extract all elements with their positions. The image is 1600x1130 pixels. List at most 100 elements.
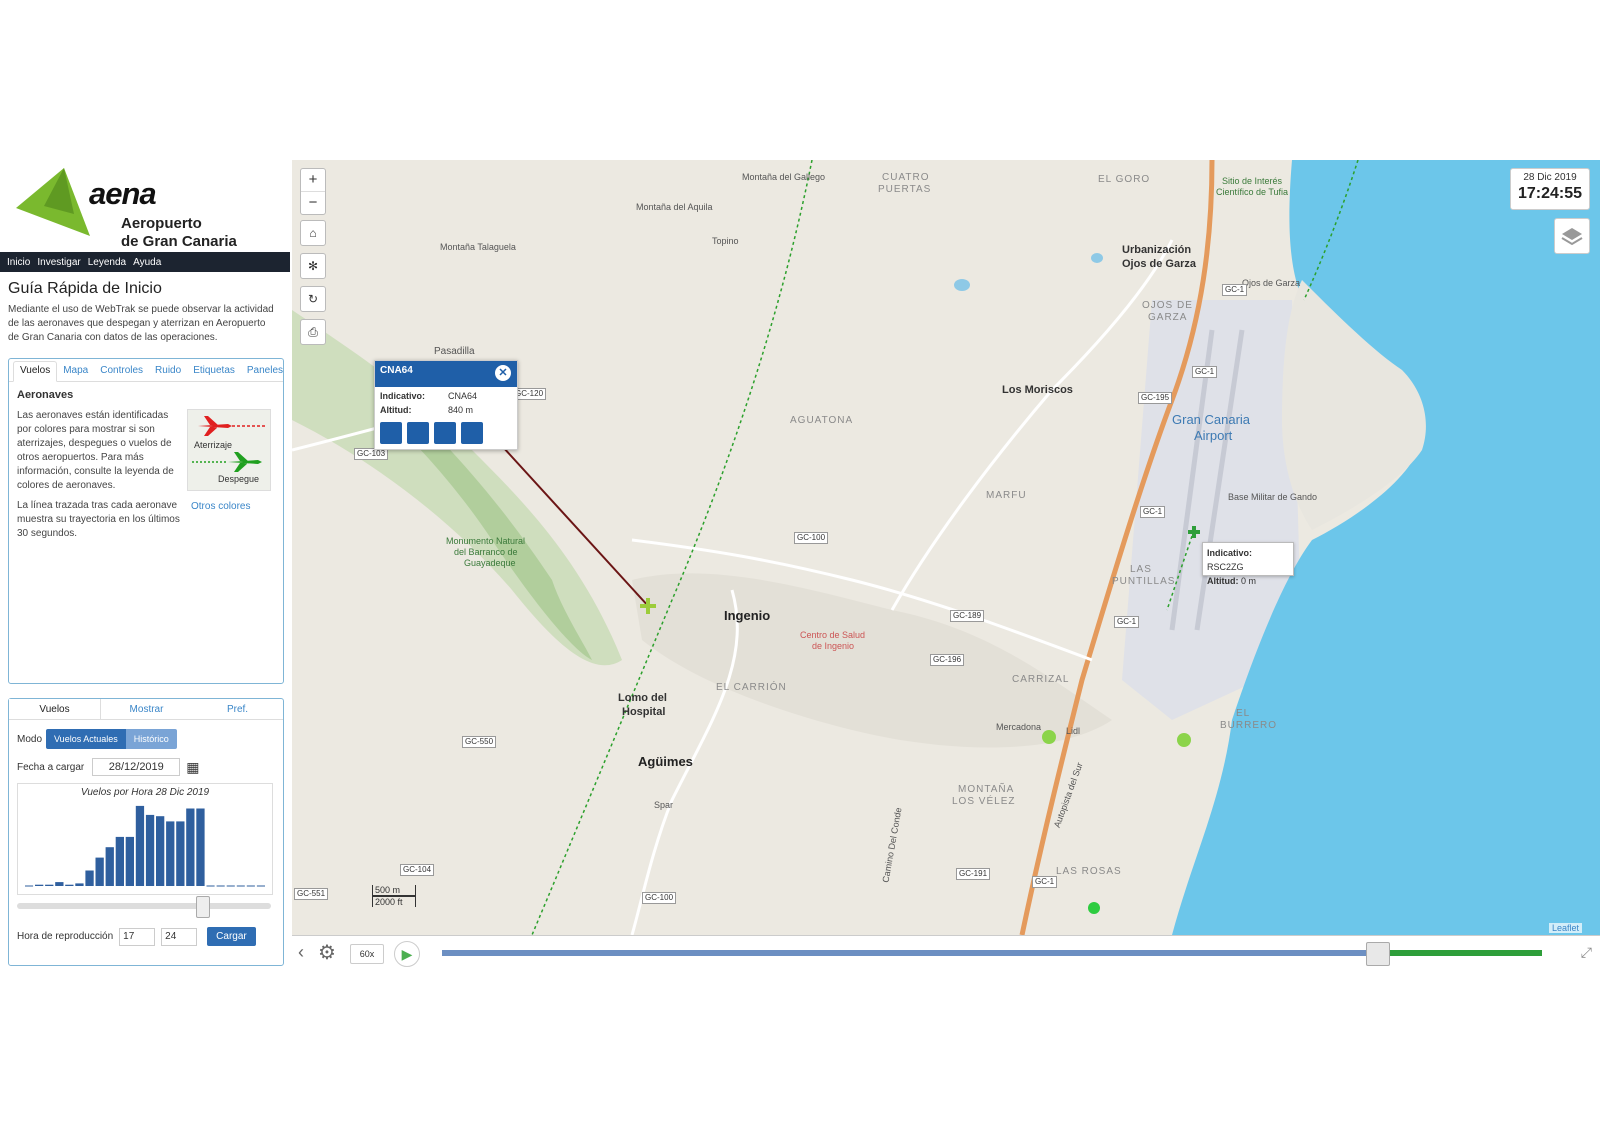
label-sitio-1: Sitio de Interés <box>1222 176 1283 186</box>
tab-mapa[interactable]: Mapa <box>57 362 94 381</box>
chevron-left-icon[interactable]: ‹ <box>298 942 304 963</box>
aena-logo: aena Aeropuerto de Gran Canaria <box>0 160 290 252</box>
refresh-button[interactable]: ↻ <box>300 286 326 312</box>
label-lidl: Lidl <box>1066 726 1081 736</box>
bar-hour-5 <box>75 883 84 886</box>
fecha-label: Fecha a cargar <box>17 761 85 773</box>
label-elgoro: EL GORO <box>1098 174 1151 185</box>
play-button[interactable]: ▶ <box>394 941 420 967</box>
clock-display: 28 Dic 2019 17:24:55 <box>1510 168 1590 210</box>
road-shield: GC-551 <box>294 888 329 900</box>
tab-mostrar[interactable]: Mostrar <box>101 699 192 719</box>
label-aguatona: AGUATONA <box>790 415 854 426</box>
brand-name: aena <box>89 176 157 211</box>
hora-hour-input[interactable] <box>119 927 156 946</box>
tab-pref[interactable]: Pref. <box>192 699 283 719</box>
label-ojosg: Ojos de Garza <box>1242 278 1301 288</box>
print-icon: ⎙ <box>308 325 318 339</box>
label-gallego: Montaña del Gallego <box>742 172 826 182</box>
landing-plane-icon <box>198 416 232 436</box>
expand-icon[interactable]: ⤢ <box>1581 944 1592 961</box>
tab-controls-vuelos[interactable]: Vuelos <box>9 699 101 719</box>
timeline-remaining <box>1377 950 1542 956</box>
gear-icon[interactable]: ⚙ <box>318 940 336 965</box>
bar-hour-13 <box>156 816 165 886</box>
tab-vuelos[interactable]: Vuelos <box>13 361 58 382</box>
map-view[interactable]: + − ⌂ ✻ ↻ ⎙ 28 Dic 2019 17:24:55 Ingenio… <box>292 160 1600 935</box>
bar-hour-3 <box>55 882 64 886</box>
guide-title: Guía Rápida de Inicio <box>8 280 162 297</box>
hora-row: Hora de reproducción Cargar <box>17 927 256 946</box>
label-montana-2: LOS VÉLEZ <box>952 796 1016 807</box>
label-rosas: LAS ROSAS <box>1056 866 1122 877</box>
tab-ruido[interactable]: Ruido <box>149 362 187 381</box>
leaflet-attribution[interactable]: Leaflet <box>1548 923 1582 933</box>
house-icon[interactable] <box>434 422 456 444</box>
airport-name-line1: Aeropuerto <box>121 215 202 232</box>
print-button[interactable]: ⎙ <box>300 319 326 345</box>
nav-investigar[interactable]: Investigar <box>37 257 80 268</box>
bar-hour-16 <box>186 808 195 886</box>
hour-slider[interactable] <box>17 896 271 918</box>
label-puntillas-1: LAS <box>1130 564 1152 575</box>
scale-imperial: 2000 ft <box>372 896 416 907</box>
popup-actions <box>375 422 517 444</box>
label-burrero-1: EL <box>1236 708 1251 719</box>
flight-popup: CNA64 ✕ Indicativo: CNA64 Altitud: 840 m <box>374 360 518 450</box>
zoom-out-button[interactable]: − <box>301 191 325 214</box>
popup-value: CNA64 <box>448 391 478 401</box>
timeline-track[interactable] <box>442 942 1542 966</box>
label-marfu: MARFU <box>986 490 1027 501</box>
close-icon[interactable]: ✕ <box>495 365 511 381</box>
label-puntillas-2: PUNTILLAS <box>1112 576 1176 587</box>
vuelos-actuales-button[interactable]: Vuelos Actuales <box>46 729 126 749</box>
label-ojos-1: OJOS DE <box>1142 300 1193 311</box>
clock-time: 17:24:55 <box>1517 185 1583 202</box>
label-cuatro-2: PUERTAS <box>878 184 932 195</box>
airport-name-line2: de Gran Canaria <box>121 233 237 250</box>
tab-controles[interactable]: Controles <box>94 362 149 381</box>
nav-inicio[interactable]: Inicio <box>7 257 30 268</box>
road-shield: GC-195 <box>1138 392 1173 404</box>
label-carrizal: CARRIZAL <box>1012 674 1070 685</box>
plane-icon[interactable] <box>407 422 429 444</box>
otros-colores-link[interactable]: Otros colores <box>191 501 250 512</box>
modo-label: Modo <box>17 733 43 745</box>
guide-text: Mediante el uso de WebTrak se puede obse… <box>8 304 274 343</box>
layers-button[interactable] <box>1554 218 1590 254</box>
label-talaguela: Montaña Talaguela <box>440 242 516 252</box>
road-shield: GC-100 <box>642 892 677 904</box>
home-icon: ⌂ <box>309 226 317 240</box>
bar-hour-14 <box>166 821 175 886</box>
hora-minute-input[interactable] <box>161 927 198 946</box>
tab-paneles[interactable]: Paneles <box>241 362 289 381</box>
legend-landing-label: Aterrizaje <box>194 440 233 450</box>
layers-icon <box>1561 228 1583 246</box>
calendar-icon[interactable]: ▦ <box>186 759 199 776</box>
aeronaves-trail-text: La línea trazada tras cada aeronave mues… <box>17 500 180 539</box>
road-shield: GC-1 <box>1114 616 1140 628</box>
hour-slider-thumb[interactable] <box>196 896 211 918</box>
tab-etiquetas[interactable]: Etiquetas <box>187 362 241 381</box>
bar-hour-11 <box>135 805 145 886</box>
hora-label: Hora de reproducción <box>17 931 114 942</box>
timeline-knob[interactable] <box>1366 942 1390 966</box>
nav-ayuda[interactable]: Ayuda <box>133 257 161 268</box>
speed-selector[interactable]: 60x <box>350 944 384 964</box>
historico-button[interactable]: Histórico <box>125 729 177 749</box>
tooltip-key: Altitud: <box>1207 576 1239 586</box>
chart-icon[interactable] <box>461 422 483 444</box>
label-mercadona: Mercadona <box>996 722 1042 732</box>
comment-icon[interactable] <box>380 422 402 444</box>
fecha-input[interactable] <box>92 758 181 776</box>
paw-icon: ✻ <box>307 259 319 273</box>
bar-hour-1 <box>35 884 44 886</box>
zoom-in-button[interactable]: + <box>301 169 325 191</box>
locate-button[interactable]: ✻ <box>300 253 326 279</box>
scale-metric: 500 m <box>372 885 416 896</box>
nav-leyenda[interactable]: Leyenda <box>88 257 126 268</box>
label-centro-1: Centro de Salud <box>800 630 866 640</box>
home-button[interactable]: ⌂ <box>300 220 326 246</box>
cargar-button[interactable]: Cargar <box>207 927 256 946</box>
bar-hour-9 <box>115 836 124 886</box>
